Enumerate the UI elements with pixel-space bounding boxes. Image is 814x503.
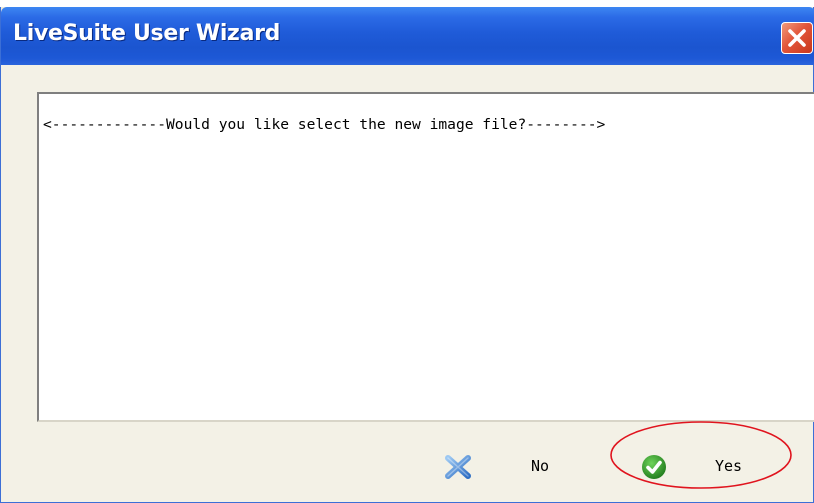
green-checkmark-icon xyxy=(642,455,666,479)
yes-button-label: Yes xyxy=(715,457,743,475)
close-icon xyxy=(788,29,806,47)
yes-button[interactable]: Yes xyxy=(637,447,767,487)
wizard-window: LiveSuite User Wizard <-------------Woul… xyxy=(0,7,814,503)
message-box: <-------------Would you like select the … xyxy=(37,92,814,422)
title-bar[interactable]: LiveSuite User Wizard xyxy=(1,7,814,65)
no-button-label: No xyxy=(531,457,550,475)
no-button[interactable]: No xyxy=(441,447,561,487)
x-cross-icon xyxy=(445,455,471,479)
message-text: <-------------Would you like select the … xyxy=(43,116,606,133)
window-title: LiveSuite User Wizard xyxy=(13,21,281,46)
dialog-content: <-------------Would you like select the … xyxy=(1,65,814,502)
close-button[interactable] xyxy=(781,22,813,54)
